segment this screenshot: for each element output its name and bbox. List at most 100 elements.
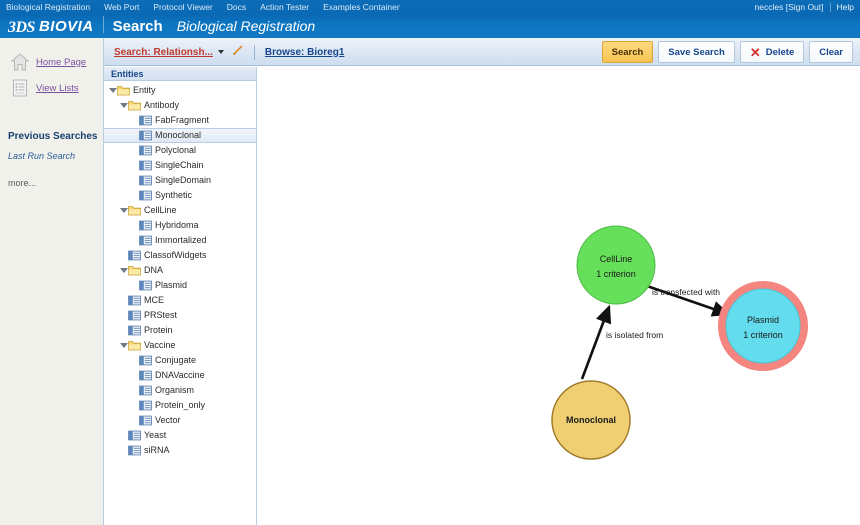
relationship-graph-canvas[interactable]: CellLine 1 criterion Plasmid 1 criterion Mon… bbox=[258, 67, 860, 525]
tree-item-protein[interactable]: Protein bbox=[104, 323, 256, 338]
node-title: Monoclonal bbox=[566, 415, 616, 425]
entity-table-icon bbox=[139, 145, 152, 156]
entity-table-icon bbox=[128, 310, 141, 321]
expand-arrow-icon[interactable] bbox=[119, 206, 128, 215]
tree-item-label: ClassofWidgets bbox=[144, 250, 207, 260]
tree-item-yeast[interactable]: Yeast bbox=[104, 428, 256, 443]
graph-edge-isolated-from[interactable] bbox=[580, 304, 612, 380]
tree-item-label: Protein_only bbox=[155, 400, 206, 410]
app-link-biological-registration[interactable]: Biological Registration bbox=[6, 1, 90, 14]
app-link-protocol-viewer[interactable]: Protocol Viewer bbox=[153, 1, 212, 14]
tree-item-dnavaccine[interactable]: DNAVaccine bbox=[104, 368, 256, 383]
entity-table-icon bbox=[139, 415, 152, 426]
expand-arrow-icon[interactable] bbox=[119, 101, 128, 110]
tree-item-entity[interactable]: Entity bbox=[104, 83, 256, 98]
tree-item-cellline[interactable]: CellLine bbox=[104, 203, 256, 218]
pencil-icon[interactable] bbox=[232, 43, 244, 61]
tree-item-label: MCE bbox=[144, 295, 164, 305]
graph-node-cellline[interactable]: CellLine 1 criterion bbox=[576, 225, 656, 305]
node-subtitle: 1 criterion bbox=[596, 269, 636, 279]
nav-label-view-lists: View Lists bbox=[36, 82, 79, 94]
entity-table-icon bbox=[128, 250, 141, 261]
help-link[interactable]: Help bbox=[837, 1, 854, 14]
tree-item-protein_only[interactable]: Protein_only bbox=[104, 398, 256, 413]
expand-arrow-icon[interactable] bbox=[119, 341, 128, 350]
tree-item-dna[interactable]: DNA bbox=[104, 263, 256, 278]
tree-item-label: Antibody bbox=[144, 100, 180, 110]
tree-item-singlechain[interactable]: SingleChain bbox=[104, 158, 256, 173]
clear-button[interactable]: Clear bbox=[809, 41, 853, 63]
tree-item-immortalized[interactable]: Immortalized bbox=[104, 233, 256, 248]
tree-item-fabfragment[interactable]: FabFragment bbox=[104, 113, 256, 128]
search-mode-dropdown-label[interactable]: Search: Relationsh... bbox=[114, 47, 213, 58]
save-search-button-label: Save Search bbox=[668, 46, 725, 58]
entity-table-icon bbox=[139, 115, 152, 126]
entity-table-icon bbox=[128, 430, 141, 441]
tree-item-polyclonal[interactable]: Polyclonal bbox=[104, 143, 256, 158]
main-content-frame: Search: Relationsh... Browse: Bioreg1 Se… bbox=[103, 38, 860, 525]
tree-item-organism[interactable]: Organism bbox=[104, 383, 256, 398]
tree-item-mce[interactable]: MCE bbox=[104, 293, 256, 308]
tree-item-hybridoma[interactable]: Hybridoma bbox=[104, 218, 256, 233]
tree-item-label: Vaccine bbox=[144, 340, 176, 350]
biovia-logo: BIOVIA bbox=[38, 18, 94, 35]
toolbar-divider bbox=[253, 44, 255, 60]
browse-link[interactable]: Browse: Bioreg1 bbox=[265, 47, 344, 58]
graph-node-plasmid[interactable]: Plasmid 1 criterion bbox=[718, 281, 808, 371]
tree-item-conjugate[interactable]: Conjugate bbox=[104, 353, 256, 368]
tree-item-synthetic[interactable]: Synthetic bbox=[104, 188, 256, 203]
tree-item-plasmid[interactable]: Plasmid bbox=[104, 278, 256, 293]
delete-button[interactable]: ✕ Delete bbox=[739, 41, 805, 63]
tree-item-singledomain[interactable]: SingleDomain bbox=[104, 173, 256, 188]
nav-item-home-page[interactable]: Home Page bbox=[10, 49, 103, 75]
toolbar-left-group: Search: Relationsh... Browse: Bioreg1 bbox=[114, 38, 344, 66]
entity-table-icon bbox=[128, 295, 141, 306]
tree-item-label: PRStest bbox=[144, 310, 178, 320]
tree-item-classofwidgets[interactable]: ClassofWidgets bbox=[104, 248, 256, 263]
tree-item-label: Vector bbox=[155, 415, 181, 425]
tree-item-antibody[interactable]: Antibody bbox=[104, 98, 256, 113]
app-link-web-port[interactable]: Web Port bbox=[104, 1, 139, 14]
app-link-action-tester[interactable]: Action Tester bbox=[260, 1, 309, 14]
top-banner: Biological Registration Web Port Protocol … bbox=[0, 0, 860, 38]
tree-item-label: DNAVaccine bbox=[155, 370, 205, 380]
last-run-search-link[interactable]: Last Run Search bbox=[8, 151, 103, 161]
app-link-docs[interactable]: Docs bbox=[227, 1, 246, 14]
entity-table-icon bbox=[139, 355, 152, 366]
more-searches-link[interactable]: more... bbox=[8, 178, 103, 188]
edge-line bbox=[580, 304, 612, 380]
tree-item-monoclonal[interactable]: Monoclonal bbox=[104, 128, 256, 143]
entity-table-icon bbox=[139, 160, 152, 171]
tree-item-vector[interactable]: Vector bbox=[104, 413, 256, 428]
tree-item-sirna[interactable]: siRNA bbox=[104, 443, 256, 458]
save-search-button[interactable]: Save Search bbox=[658, 41, 735, 63]
relationship-graph-svg: CellLine 1 criterion Plasmid 1 criterion Mon… bbox=[551, 225, 808, 460]
app-title: Search bbox=[112, 18, 163, 35]
expand-arrow-icon[interactable] bbox=[108, 86, 117, 95]
chevron-down-icon[interactable] bbox=[217, 50, 224, 54]
tree-item-prstest[interactable]: PRStest bbox=[104, 308, 256, 323]
user-signout-link[interactable]: neccles [Sign Out] bbox=[755, 1, 824, 14]
tree-item-vaccine[interactable]: Vaccine bbox=[104, 338, 256, 353]
folder-icon bbox=[128, 205, 141, 216]
node-title: Plasmid bbox=[747, 315, 779, 325]
graph-node-monoclonal[interactable]: Monoclonal bbox=[551, 380, 631, 460]
banner-account-area: neccles [Sign Out] Help bbox=[755, 1, 854, 14]
node-circle[interactable] bbox=[576, 225, 656, 305]
clear-button-label: Clear bbox=[819, 46, 843, 58]
app-link-examples-container[interactable]: Examples Container bbox=[323, 1, 400, 14]
node-circle[interactable] bbox=[725, 288, 801, 364]
search-button[interactable]: Search bbox=[601, 41, 654, 63]
nav-item-view-lists[interactable]: View Lists bbox=[10, 75, 103, 101]
application-window: Biological Registration Web Port Protocol … bbox=[0, 0, 860, 525]
expand-arrow-icon[interactable] bbox=[119, 266, 128, 275]
entities-tree-body: Entity Antibody FabFragment Monoclonal Polyc… bbox=[104, 81, 256, 458]
